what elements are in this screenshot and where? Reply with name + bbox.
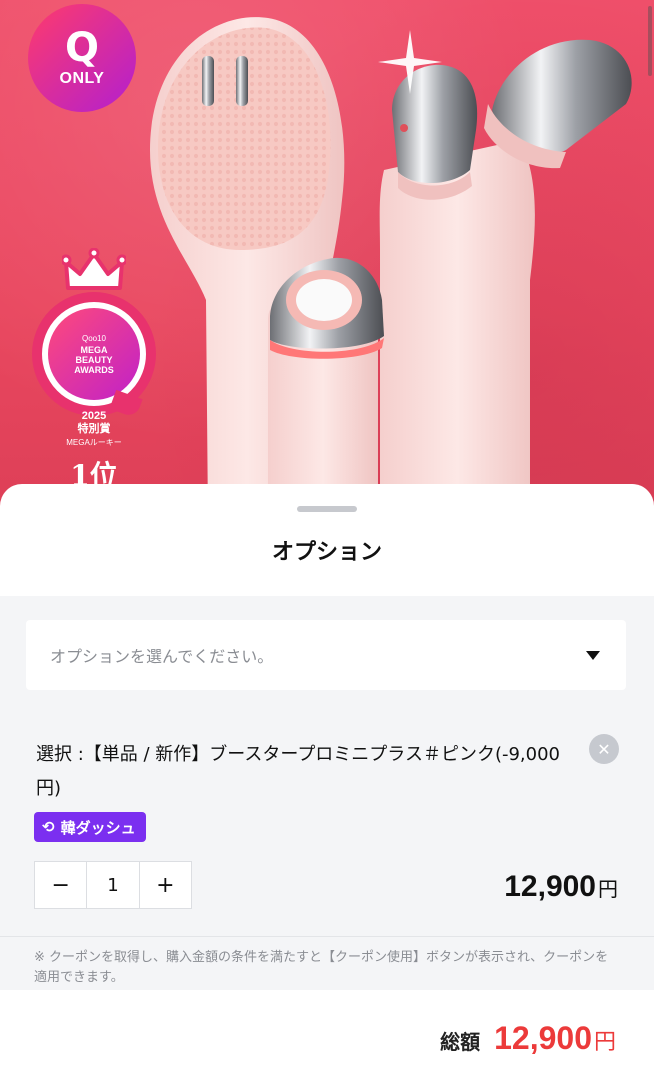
close-icon: ✕ <box>597 739 611 759</box>
award-year-block: 2025 特別賞 MEGAルーキー <box>28 410 160 449</box>
remove-option-button[interactable]: ✕ <box>589 734 619 764</box>
item-price-amount: 12,900 <box>504 870 596 903</box>
total-price: 総額 12,900 円 <box>440 1020 616 1057</box>
sheet-title: オプション <box>271 540 382 565</box>
award-category: MEGAルーキー <box>66 438 122 447</box>
dash-delivery-badge: ⟲ 韓ダッシュ <box>34 812 146 842</box>
award-line1: MEGA <box>80 344 108 355</box>
coupon-notice: ※ クーポンを取得し、購入金額の条件を満たすと【クーポン使用】ボタンが表示され、… <box>34 950 609 985</box>
quantity-value[interactable]: 1 <box>86 862 140 908</box>
item-price: 12,900 円 <box>504 870 618 904</box>
total-amount: 12,900 <box>494 1020 592 1056</box>
total-currency: 円 <box>593 1030 616 1055</box>
led-mini-device <box>268 257 384 520</box>
award-year: 2025 <box>81 410 107 422</box>
dropdown-placeholder: オプションを選んでください。 <box>50 647 274 666</box>
quantity-stepper: − 1 + <box>34 861 192 909</box>
divider <box>0 936 654 937</box>
award-badge: Qoo10 MEGA BEAUTY AWARDS 2025 特別賞 MEGAルー… <box>28 248 160 492</box>
scrollbar[interactable] <box>648 6 652 76</box>
option-panel: オプションを選んでください。 選択 :【単品 / 新作】ブースタープロミニプラス… <box>0 596 654 990</box>
item-price-currency: 円 <box>598 877 618 901</box>
dash-badge-label: 韓ダッシュ <box>60 818 136 837</box>
award-brand: Qoo10 <box>81 333 107 343</box>
option-select-dropdown[interactable]: オプションを選んでください。 <box>26 620 626 690</box>
product-image: Q ONLY Qoo10 MEGA BEAUTY AWARDS 2025 特別賞… <box>0 0 654 520</box>
total-label: 総額 <box>440 1030 481 1054</box>
selected-option-name: 選択 :【単品 / 新作】ブースタープロミニプラス＃ピンク(-9,000円) <box>36 744 560 799</box>
award-line2: BEAUTY <box>75 354 113 365</box>
badge-text: ONLY <box>59 70 105 87</box>
eye-care-device <box>378 30 632 520</box>
caret-down-icon <box>586 650 600 660</box>
badge-letter: Q <box>64 25 99 71</box>
option-bottom-sheet: オプション オプションを選んでください。 選択 :【単品 / 新作】ブースタープ… <box>0 484 654 1080</box>
dash-icon: ⟲ <box>42 818 55 836</box>
increase-quantity-button[interactable]: + <box>140 862 191 908</box>
q-only-badge: Q ONLY <box>28 4 136 112</box>
drag-handle[interactable] <box>297 506 357 512</box>
crown-icon <box>62 248 126 290</box>
award-line3: AWARDS <box>74 364 114 375</box>
decrease-quantity-button[interactable]: − <box>35 862 86 908</box>
award-special: 特別賞 <box>77 423 111 435</box>
